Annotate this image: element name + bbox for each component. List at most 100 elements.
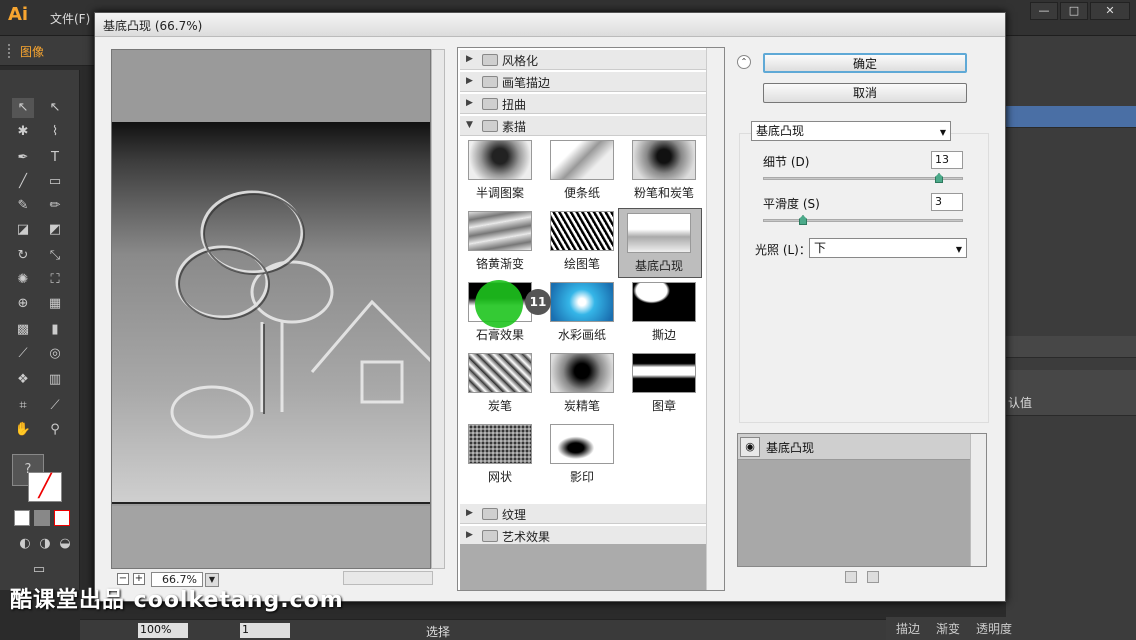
preview-area[interactable] — [111, 49, 431, 569]
stroke-color-icon[interactable]: ╱ — [28, 472, 62, 502]
direct-selection-tool-icon[interactable]: ↖ — [44, 98, 66, 118]
brush-tool-icon[interactable]: ✎ — [12, 196, 34, 216]
filter-thumb-water-paper[interactable]: 水彩画纸 — [546, 280, 618, 346]
filter-thumb-halftone[interactable]: 半调图案 — [464, 138, 536, 204]
rectangle-tool-icon[interactable]: ▭ — [44, 172, 66, 192]
app-logo: Ai — [8, 4, 29, 25]
smoothness-slider[interactable] — [763, 219, 963, 222]
folder-brush-strokes[interactable]: ▶ 画笔描边 — [460, 72, 706, 92]
filter-thumb-reticulation[interactable]: 网状 — [464, 422, 536, 488]
collapse-panel-icon[interactable]: ⌃ — [737, 55, 751, 69]
warp-tool-icon[interactable]: ✺ — [12, 270, 34, 290]
thumb-image — [632, 353, 696, 393]
layer-row-selected[interactable] — [1006, 106, 1136, 128]
filter-thumb-graphic-pen[interactable]: 绘图笔 — [546, 209, 618, 275]
magic-wand-tool-icon[interactable]: ✱ — [12, 122, 34, 142]
detail-label: 细节 (D) — [763, 155, 810, 169]
filter-thumb-conte-crayon[interactable]: 炭精笔 — [546, 351, 618, 417]
draw-inside-icon[interactable]: ◒ — [54, 534, 76, 554]
cancel-button[interactable]: 取消 — [763, 83, 967, 103]
thumb-image — [468, 353, 532, 393]
preview-horizontal-scrollbar[interactable] — [343, 571, 433, 585]
window-controls: — □ ✕ — [1030, 2, 1130, 20]
draw-behind-icon[interactable]: ◑ — [34, 534, 56, 554]
collapse-icon: ▼ — [466, 120, 473, 130]
expand-icon: ▶ — [466, 76, 473, 86]
type-tool-icon[interactable]: T — [44, 148, 66, 168]
folder-sketch[interactable]: ▼ 素描 — [460, 116, 706, 136]
gradient-tool-icon[interactable]: ▮ — [44, 320, 66, 340]
mesh-tool-icon[interactable]: ▩ — [12, 320, 34, 340]
effect-layers-scrollbar[interactable] — [970, 434, 986, 566]
page-number-field[interactable]: 1 — [240, 623, 290, 638]
lasso-tool-icon[interactable]: ⌇ — [44, 122, 66, 142]
screen-mode-icon[interactable]: ▭ — [28, 560, 50, 580]
filter-thumb-photocopy[interactable]: 影印 — [546, 422, 618, 488]
filter-select[interactable]: 基底凸现 ▼ — [751, 121, 951, 141]
smoothness-input[interactable]: 3 — [931, 193, 963, 211]
dialog-title: 基底凸现 (66.7%) — [103, 19, 203, 33]
pen-tool-icon[interactable]: ✒ — [12, 148, 34, 168]
new-effect-layer-icon[interactable] — [845, 571, 857, 583]
draw-normal-icon[interactable]: ◐ — [14, 534, 36, 554]
light-select-value: 下 — [814, 241, 827, 255]
thumb-image — [550, 424, 614, 464]
hand-tool-icon[interactable]: ✋ — [12, 420, 34, 440]
pencil-tool-icon[interactable]: ✏ — [44, 196, 66, 216]
zoom-tool-icon[interactable]: ⚲ — [44, 420, 66, 440]
rotate-tool-icon[interactable]: ↻ — [12, 246, 34, 266]
free-transform-tool-icon[interactable]: ⛶ — [44, 270, 66, 290]
blend-tool-icon[interactable]: ◎ — [44, 344, 66, 364]
filter-thumb-chalk-charcoal[interactable]: 粉笔和炭笔 — [628, 138, 700, 204]
filter-thumb-stamp[interactable]: 图章 — [628, 351, 700, 417]
control-image-label[interactable]: 图像 — [20, 43, 44, 60]
step-badge: 11 — [525, 289, 551, 315]
graph-tool-icon[interactable]: ▥ — [44, 370, 66, 390]
folder-distort[interactable]: ▶ 扭曲 — [460, 94, 706, 114]
filter-thumb-charcoal[interactable]: 炭笔 — [464, 351, 536, 417]
filter-tree-scrollbar[interactable] — [706, 48, 724, 590]
folder-artistic[interactable]: ▶ 艺术效果 — [460, 526, 706, 546]
zoom-level-field[interactable]: 100% — [138, 623, 188, 638]
filter-thumb-torn-edges[interactable]: 撕边 — [628, 280, 700, 346]
delete-effect-layer-icon[interactable] — [867, 571, 879, 583]
minimize-button[interactable]: — — [1030, 2, 1058, 20]
detail-slider[interactable] — [763, 177, 963, 180]
shape-builder-tool-icon[interactable]: ⊕ — [12, 294, 34, 314]
folder-texture[interactable]: ▶ 纹理 — [460, 504, 706, 524]
tab-gradient[interactable]: 渐变 — [936, 620, 960, 637]
color-mode-icon[interactable] — [14, 510, 30, 526]
thumb-image — [632, 282, 696, 322]
selection-tool-icon[interactable]: ↖ — [12, 98, 34, 118]
line-tool-icon[interactable]: ╱ — [12, 172, 34, 192]
folder-stylize[interactable]: ▶ 风格化 — [460, 50, 706, 70]
dialog-title-bar[interactable]: 基底凸现 (66.7%) — [95, 13, 1005, 37]
blob-brush-tool-icon[interactable]: ◪ — [12, 220, 34, 240]
gradient-mode-icon[interactable] — [34, 510, 50, 526]
filter-thumb-note-paper[interactable]: 便条纸 — [546, 138, 618, 204]
thumb-image — [468, 424, 532, 464]
scale-tool-icon[interactable]: ⤡ — [44, 246, 66, 266]
thumb-image — [550, 282, 614, 322]
slice-tool-icon[interactable]: ⟋ — [44, 396, 66, 416]
menu-file[interactable]: 文件(F) — [50, 10, 90, 27]
filter-thumb-bas-relief-selected[interactable]: 基底凸现 — [618, 208, 702, 278]
light-select[interactable]: 下 ▼ — [809, 238, 967, 258]
eye-icon[interactable]: ◉ — [740, 437, 760, 457]
perspective-grid-tool-icon[interactable]: ▦ — [44, 294, 66, 314]
maximize-button[interactable]: □ — [1060, 2, 1088, 20]
eraser-tool-icon[interactable]: ◩ — [44, 220, 66, 240]
close-button[interactable]: ✕ — [1090, 2, 1130, 20]
detail-input[interactable]: 13 — [931, 151, 963, 169]
artboard-tool-icon[interactable]: ⌗ — [12, 396, 34, 416]
symbol-sprayer-tool-icon[interactable]: ❖ — [12, 370, 34, 390]
preview-vertical-scrollbar[interactable] — [431, 49, 445, 569]
eyedropper-tool-icon[interactable]: ⟋ — [12, 344, 34, 364]
none-mode-icon[interactable] — [54, 510, 70, 526]
thumb-image — [550, 211, 614, 251]
tab-stroke[interactable]: 描边 — [896, 620, 920, 637]
tab-transparency[interactable]: 透明度 — [976, 620, 1012, 637]
effect-layer-row[interactable]: ◉ 基底凸现 — [738, 434, 970, 460]
filter-thumb-chrome[interactable]: 铬黄渐变 — [464, 209, 536, 275]
ok-button[interactable]: 确定 — [763, 53, 967, 73]
